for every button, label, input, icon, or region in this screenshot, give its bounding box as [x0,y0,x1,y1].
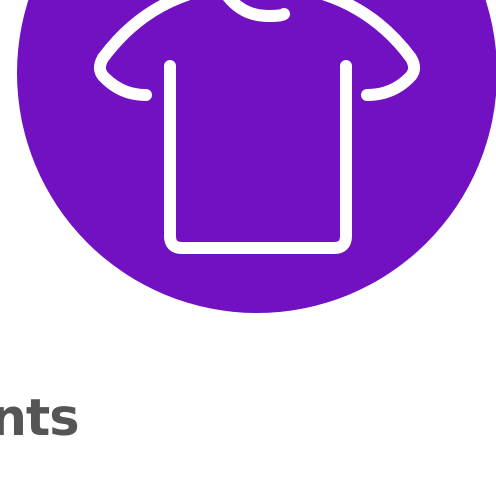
category-card[interactable]: ents [0,0,496,481]
t-shirt-icon [94,0,420,254]
section-label: ents [0,389,80,448]
